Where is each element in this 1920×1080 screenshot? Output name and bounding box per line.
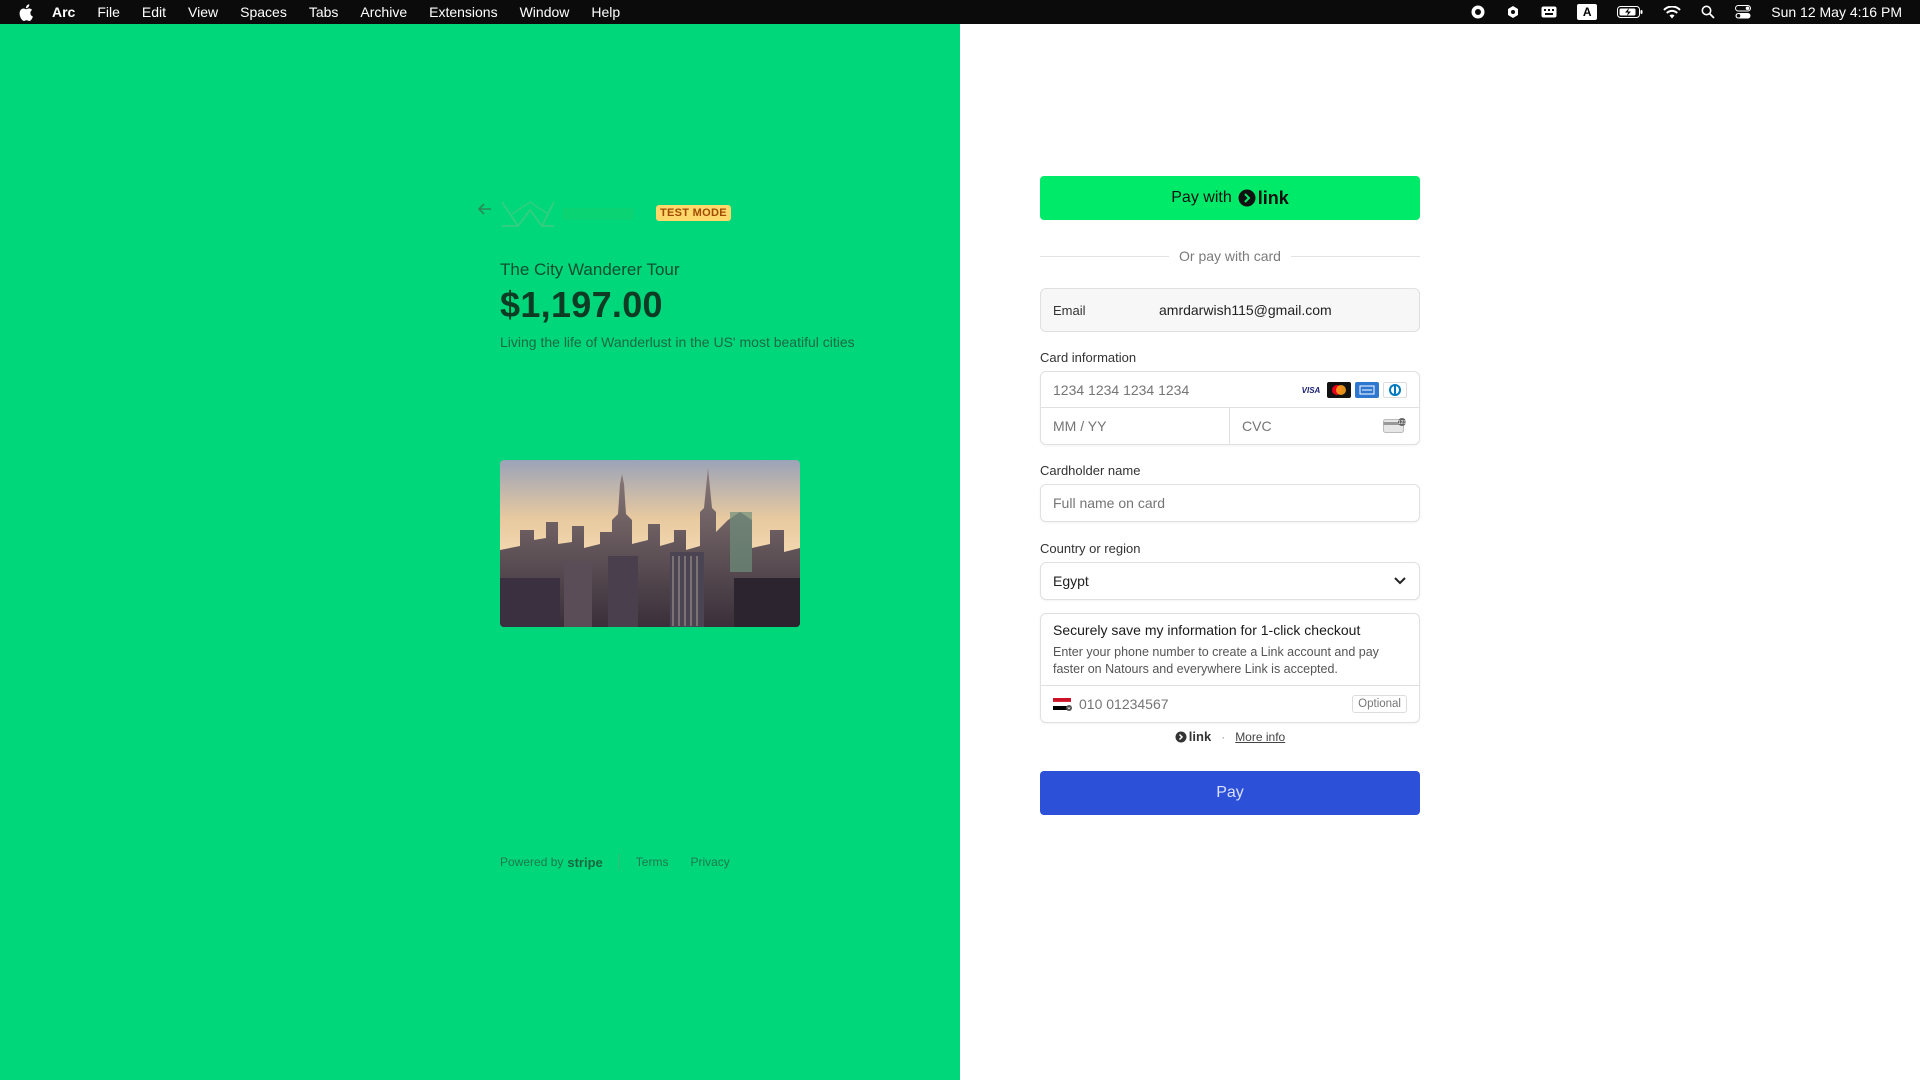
divider-line-right <box>1290 255 1420 257</box>
visa-label: VISA <box>1301 385 1321 395</box>
footer-separator <box>618 854 620 870</box>
terms-link[interactable]: Terms <box>636 855 669 869</box>
divider-line-left <box>1040 255 1170 257</box>
input-source-letter: A <box>1577 4 1598 20</box>
card-number-input[interactable] <box>1053 381 1293 398</box>
pay-with-link-button[interactable]: Pay with link <box>1040 176 1420 220</box>
powered-by-label: Powered by <box>500 855 564 869</box>
card-cvc-input[interactable] <box>1242 418 1392 434</box>
product-summary-panel: TEST MODE The City Wanderer Tour $1,197.… <box>0 24 960 1080</box>
input-source-icon[interactable]: A <box>1577 4 1598 20</box>
product-image-city-skyline <box>500 460 800 627</box>
product-name: The City Wanderer Tour <box>500 260 680 279</box>
card-expiry-input[interactable] <box>1053 418 1203 434</box>
pay-button[interactable]: Pay <box>1040 771 1420 815</box>
or-pay-with-card-label: Or pay with card <box>1179 248 1281 264</box>
menu-bar: Arc File Edit View Spaces Tabs Archive E… <box>0 0 1920 24</box>
stripe-logo[interactable]: stripe <box>567 855 602 870</box>
link-logo-text: link <box>1188 729 1212 744</box>
control-center-icon[interactable] <box>1735 5 1752 19</box>
link-brand: link <box>1238 188 1289 209</box>
menu-view[interactable]: View <box>188 4 218 20</box>
cvc-card-icon: 123 <box>1383 418 1407 439</box>
menu-help[interactable]: Help <box>591 4 620 20</box>
menu-tabs[interactable]: Tabs <box>309 4 339 20</box>
menu-edit[interactable]: Edit <box>142 4 166 20</box>
phone-number-row: Optional <box>1041 685 1419 722</box>
extension-icon[interactable] <box>1505 4 1521 20</box>
cardholder-name-field <box>1040 484 1420 522</box>
egypt-flag-icon[interactable] <box>1053 697 1073 711</box>
card-information-label: Card information <box>1040 350 1137 365</box>
card-bottom-row: 123 <box>1041 408 1419 444</box>
amex-icon <box>1355 382 1379 398</box>
link-logo: link <box>1175 729 1211 744</box>
country-label: Country or region <box>1040 541 1141 556</box>
cvc-cell: 123 <box>1230 408 1419 444</box>
menu-app-name[interactable]: Arc <box>52 4 75 20</box>
payment-form: Pay with link Or pay with card Email amr… <box>1040 176 1420 815</box>
battery-icon[interactable] <box>1617 6 1643 18</box>
email-field[interactable]: Email amrdarwish115@gmail.com <box>1040 288 1420 332</box>
back-arrow-icon[interactable] <box>477 202 492 220</box>
search-icon[interactable] <box>1701 5 1715 19</box>
natours-logo[interactable] <box>498 196 640 230</box>
menu-extensions[interactable]: Extensions <box>429 4 497 20</box>
pay-button-label: Pay <box>1216 784 1244 801</box>
product-description: Living the life of Wanderlust in the US'… <box>500 334 855 350</box>
footer-dot: · <box>1221 729 1226 744</box>
test-mode-badge: TEST MODE <box>656 205 731 221</box>
optional-badge: Optional <box>1352 695 1407 713</box>
menu-archive[interactable]: Archive <box>360 4 407 20</box>
or-divider: Or pay with card <box>1040 248 1420 264</box>
link-save-info-box: Securely save my information for 1-click… <box>1040 613 1420 723</box>
country-value: Egypt <box>1053 573 1089 589</box>
email-label: Email <box>1053 302 1086 318</box>
menubar-clock[interactable]: Sun 12 May 4:16 PM <box>1771 4 1902 20</box>
more-info-link[interactable]: More info <box>1235 730 1285 744</box>
link-brand-text: link <box>1257 187 1289 208</box>
card-brand-icons: VISA <box>1295 382 1407 398</box>
menu-file[interactable]: File <box>97 4 120 20</box>
apple-icon[interactable] <box>18 3 40 21</box>
expiry-cell <box>1041 408 1230 444</box>
country-select[interactable]: Egypt <box>1040 562 1420 600</box>
keyboard-icon[interactable] <box>1541 6 1557 18</box>
mastercard-icon <box>1327 382 1351 398</box>
checkout-footer: Powered by stripe Terms Privacy <box>500 854 752 870</box>
link-footer: link · More info <box>1040 729 1420 744</box>
save-info-title: Securely save my information for 1-click… <box>1053 622 1361 638</box>
card-number-row: VISA <box>1041 372 1419 408</box>
wifi-icon[interactable] <box>1663 5 1681 19</box>
diners-icon <box>1383 382 1407 398</box>
save-info-description: Enter your phone number to create a Link… <box>1053 645 1379 676</box>
menu-window[interactable]: Window <box>520 4 570 20</box>
link-arrow-icon <box>1238 189 1256 207</box>
visa-icon: VISA <box>1299 382 1323 398</box>
email-value: amrdarwish115@gmail.com <box>1159 302 1332 318</box>
menu-spaces[interactable]: Spaces <box>240 4 287 20</box>
cardholder-name-label: Cardholder name <box>1040 463 1141 478</box>
phone-number-input[interactable] <box>1079 696 1339 712</box>
cardholder-name-input[interactable] <box>1053 495 1403 511</box>
card-information-group: VISA 123 <box>1040 371 1420 445</box>
link-arrow-small-icon <box>1175 731 1187 742</box>
record-icon[interactable] <box>1471 5 1485 19</box>
svg-text:123: 123 <box>1398 420 1407 426</box>
product-price: $1,197.00 <box>500 284 663 325</box>
privacy-link[interactable]: Privacy <box>690 855 729 869</box>
chevron-down-icon <box>1393 573 1407 589</box>
pay-with-label: Pay with <box>1171 189 1232 206</box>
